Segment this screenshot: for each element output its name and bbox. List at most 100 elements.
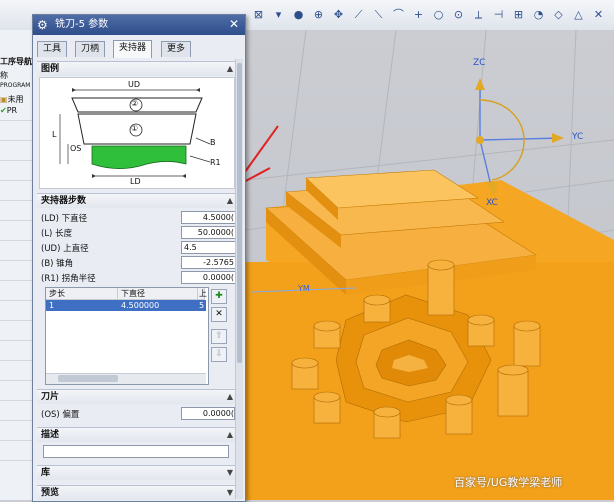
- navigator-column-header: 称: [0, 71, 8, 80]
- tab-holder[interactable]: 夹持器: [113, 40, 153, 58]
- endpoint-icon[interactable]: ◇: [552, 8, 565, 21]
- diagram-label-step2: ②: [131, 99, 139, 108]
- table-horizontal-scrollbar[interactable]: [46, 373, 206, 384]
- transform-icon[interactable]: ✥: [332, 8, 345, 21]
- plus-icon[interactable]: +: [412, 8, 425, 21]
- section-insert-header[interactable]: 刀片 ▲: [37, 389, 239, 404]
- section-preview-title: 预览: [41, 488, 60, 498]
- param-input-l[interactable]: 50.0000(: [181, 226, 236, 239]
- chevron-up-icon: ▲: [226, 196, 233, 205]
- navigator-unused-node[interactable]: ▣未用: [0, 94, 24, 105]
- section-insert-title: 刀片: [41, 392, 60, 402]
- param-label-b: (B) 锥角: [41, 259, 74, 269]
- folder-icon: ▣: [0, 95, 8, 104]
- dialog-titlebar[interactable]: ⚙ 铣刀-5 参数 ✕: [33, 15, 245, 35]
- grid-icon[interactable]: ⊞: [512, 8, 525, 21]
- section-holder-steps-header[interactable]: 夹持器步数 ▲: [37, 193, 239, 208]
- chevron-up-icon: ▲: [226, 392, 233, 401]
- section-legend-title: 图例: [41, 64, 60, 74]
- diagram-label-ud: UD: [128, 80, 141, 89]
- section-library-title: 库: [41, 468, 51, 478]
- move-icon[interactable]: ▾: [272, 8, 285, 21]
- tab-shank[interactable]: 刀柄: [75, 41, 106, 57]
- diagram-label-os: OS: [70, 144, 82, 153]
- section-holder-steps-title: 夹持器步数: [41, 196, 87, 206]
- extend-icon[interactable]: ⟂: [472, 8, 485, 21]
- midpoint-icon[interactable]: △: [572, 8, 585, 21]
- add-icon: ✚: [215, 291, 223, 301]
- arc-icon[interactable]: ⌒: [392, 8, 405, 21]
- section-preview-header[interactable]: 预览 ▼: [37, 485, 239, 500]
- section-library-header[interactable]: 库 ▼: [37, 465, 239, 480]
- tab-tool[interactable]: 工具: [37, 41, 68, 57]
- holder-diagram: UD LD OS L B R1 ② ①: [39, 77, 235, 189]
- point-snap-icon[interactable]: ⊕: [312, 8, 325, 21]
- table-row[interactable]: 1 4.500000 5: [46, 300, 206, 311]
- param-label-r1: (R1) 拐角半径: [41, 274, 96, 284]
- diagram-label-ld: LD: [130, 177, 141, 186]
- op-label: PR: [6, 106, 18, 115]
- param-input-ld[interactable]: 4.5000(: [181, 211, 236, 224]
- tool-parameters-dialog[interactable]: ⚙ 铣刀-5 参数 ✕ 工具 刀柄 夹持器 更多 图例 ▲ UD LD OS L…: [32, 14, 246, 502]
- param-row-r1: (R1) 拐角半径 0.0000(: [41, 271, 237, 284]
- tangent-icon[interactable]: ⟍: [372, 8, 385, 21]
- chevron-down-icon: ▼: [226, 488, 233, 497]
- intersect-icon[interactable]: ✕: [592, 8, 605, 21]
- table-cell-step: 1: [49, 301, 55, 310]
- param-label-os: (OS) 偏置: [41, 410, 80, 420]
- watermark-text: 百家号/UG教学梁老师: [454, 476, 563, 489]
- line-icon[interactable]: ⟋: [352, 8, 365, 21]
- gear-icon: ⚙: [37, 18, 48, 32]
- unused-label: 未用: [7, 95, 24, 104]
- move-up-button[interactable]: ⇧: [211, 329, 227, 344]
- tab-more[interactable]: 更多: [161, 41, 192, 57]
- table-header-step[interactable]: 步长: [46, 288, 118, 300]
- center-icon[interactable]: ⊙: [452, 8, 465, 21]
- select-icon[interactable]: ⊠: [252, 8, 265, 21]
- section-description-title: 描述: [41, 430, 60, 440]
- diagram-label-step1: ①: [131, 124, 139, 133]
- wcs-triad: [479, 86, 563, 191]
- model-scene: [246, 30, 614, 500]
- param-input-r1[interactable]: 0.0000(: [181, 271, 236, 284]
- axis-label-zc: ZC: [473, 58, 486, 68]
- param-input-ud[interactable]: 4.5: [181, 241, 238, 254]
- param-row-b: (B) 锥角 -2.5765: [41, 256, 237, 269]
- param-row-os: (OS) 偏置 0.0000(: [41, 407, 237, 420]
- section-description-header[interactable]: 描述 ▲: [37, 427, 239, 442]
- operation-navigator: 工序导航器 称 PROGRAM ▣未用 ✔PR: [0, 30, 40, 500]
- param-input-os[interactable]: 0.0000(: [181, 407, 235, 420]
- param-row-ud: (UD) 上直径 4.5: [41, 241, 238, 254]
- arrow-down-icon: ⇩: [215, 349, 223, 359]
- section-legend-header[interactable]: 图例 ▲: [37, 61, 239, 76]
- param-row-l: (L) 长度 50.0000(: [41, 226, 237, 239]
- navigator-op-node[interactable]: ✔PR: [0, 106, 17, 115]
- holder-diagram-drawing: [59, 88, 211, 178]
- check-icon: ✔: [0, 106, 7, 115]
- graphics-viewport[interactable]: ZC YC XC YM 百家号/UG教学梁老师: [246, 30, 614, 500]
- chevron-up-icon: ▲: [226, 64, 233, 73]
- param-input-b[interactable]: -2.5765: [181, 256, 236, 269]
- chevron-up-icon: ▲: [226, 430, 233, 439]
- chevron-down-icon: ▼: [226, 468, 233, 477]
- dialog-vertical-scrollbar[interactable]: [235, 59, 243, 499]
- param-row-ld: (LD) 下直径 4.5000(: [41, 211, 237, 224]
- quadrant-icon[interactable]: ◔: [532, 8, 545, 21]
- table-cell-upper: 5: [199, 301, 205, 310]
- description-input[interactable]: [43, 445, 229, 458]
- table-header-lower-diameter[interactable]: 下直径: [118, 288, 198, 300]
- snap-icon[interactable]: ●: [292, 8, 305, 21]
- dialog-title: 铣刀-5 参数: [55, 19, 109, 30]
- circle-icon[interactable]: ○: [432, 8, 445, 21]
- step-table[interactable]: 步长 下直径 上 1 4.500000 5: [45, 287, 209, 385]
- param-label-l: (L) 长度: [41, 229, 73, 239]
- move-down-button[interactable]: ⇩: [211, 347, 227, 362]
- table-header-upper[interactable]: 上: [198, 288, 207, 300]
- diagram-label-l: L: [52, 130, 57, 139]
- delete-step-button[interactable]: ✕: [211, 307, 227, 322]
- add-step-button[interactable]: ✚: [211, 289, 227, 304]
- close-icon[interactable]: ✕: [227, 17, 241, 31]
- navigator-program-node[interactable]: PROGRAM: [0, 82, 30, 89]
- offset-icon[interactable]: ⊣: [492, 8, 505, 21]
- axis-label-ym: YM: [298, 284, 310, 293]
